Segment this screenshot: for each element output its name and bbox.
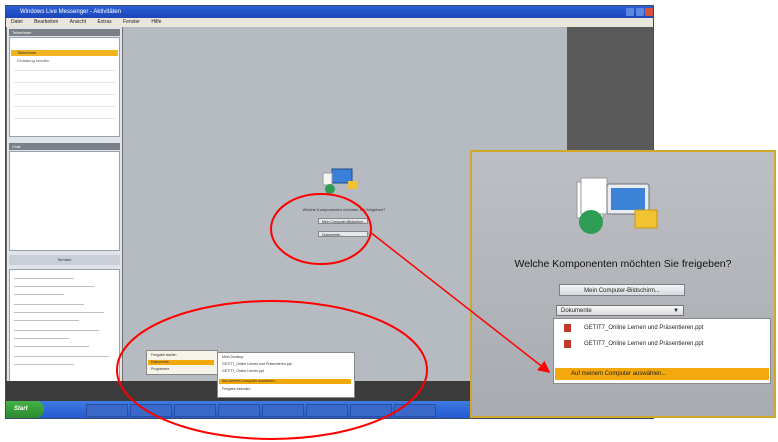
popup-item-programs[interactable]: Programme (148, 367, 169, 372)
share-components-icon (322, 168, 357, 194)
zoom-list-item[interactable]: GETIT7_Online Lernen und Präsentieren.pp… (584, 339, 703, 349)
menu-file[interactable]: Datei (11, 19, 23, 25)
minimize-button[interactable] (626, 8, 634, 16)
text-line (14, 338, 69, 339)
left-panel: Teilnehmer Teilnehmer Einladung senden C… (7, 27, 122, 387)
zoom-list-item[interactable]: GETIT7_Online Lernen und Präsentieren.pp… (584, 323, 703, 333)
text-line (14, 356, 109, 357)
taskbar-item[interactable] (218, 404, 260, 417)
window-title: Windows Live Messenger - Aktivitäten (20, 9, 122, 15)
menu-tools[interactable]: Extras (97, 19, 111, 25)
start-button[interactable]: Start (6, 401, 44, 418)
zoom-documents-select[interactable]: Dokumente ▼ (556, 305, 684, 316)
text-line (14, 330, 99, 331)
submenu-item-browse[interactable]: Auf meinem Computer auswählen... (219, 379, 351, 384)
taskbar-item[interactable] (174, 404, 216, 417)
stage-question: Welche Komponenten möchten Sie freigeben… (302, 207, 386, 212)
menu-help[interactable]: Hilfe (151, 19, 161, 25)
divider (14, 82, 116, 83)
participants-header: Teilnehmer (9, 29, 120, 36)
participants-list: Teilnehmer Einladung senden (9, 37, 120, 137)
stage-desktop-button[interactable]: Mein Computer-Bildschirm... (318, 218, 368, 224)
popup-item-start[interactable]: Freigabe starten (148, 353, 214, 358)
close-button[interactable] (645, 8, 653, 16)
ppt-file-icon (564, 340, 571, 348)
text-line (14, 286, 94, 287)
zoom-question: Welche Komponenten möchten Sie freigeben… (514, 258, 732, 270)
taskbar-item[interactable] (394, 404, 436, 417)
ppt-file-icon (564, 324, 571, 332)
menu-view[interactable]: Ansicht (70, 19, 86, 25)
share-components-icon (576, 177, 658, 234)
chat-input[interactable] (9, 269, 120, 385)
text-line (14, 312, 104, 313)
submenu-item-file2[interactable]: GETIT7_Online Lernen.ppt (222, 369, 264, 374)
divider (14, 118, 116, 119)
documents-submenu: Mein Desktop GETIT7_Online Lernen und Pr… (217, 352, 355, 398)
submenu-item-file1[interactable]: GETIT7_Online Lernen und Präsentieren.pp… (222, 362, 292, 367)
divider (14, 106, 116, 107)
text-line (14, 320, 79, 321)
participant-item-invite[interactable]: Einladung senden (12, 58, 49, 63)
text-line (14, 346, 89, 347)
text-line (14, 278, 74, 279)
taskbar-item[interactable] (130, 404, 172, 417)
chat-history (9, 151, 120, 251)
submenu-item-stop[interactable]: Freigabe beenden (222, 387, 250, 392)
taskbar-item[interactable] (306, 404, 348, 417)
title-bar: Windows Live Messenger - Aktivitäten (6, 6, 653, 18)
zoom-select-value: Dokumente (561, 308, 592, 314)
menu-edit[interactable]: Bearbeiten (34, 19, 58, 25)
chat-header: Chat (9, 143, 120, 150)
taskbar-item[interactable] (350, 404, 392, 417)
popup-item-documents[interactable]: Dokumente (148, 360, 214, 365)
zoom-desktop-button[interactable]: Mein Computer-Bildschirm... (559, 284, 685, 296)
submenu-item-desktop[interactable]: Mein Desktop (222, 355, 243, 360)
divider (14, 94, 116, 95)
stage-documents-button[interactable]: Dokumente... (318, 231, 368, 237)
share-popup-menu: Freigabe starten Dokumente Programme (146, 350, 218, 375)
zoom-list-item-browse[interactable]: Auf meinem Computer auswählen... (555, 368, 769, 380)
chevron-down-icon: ▼ (673, 308, 679, 314)
maximize-button[interactable] (636, 8, 644, 16)
text-line (14, 364, 74, 365)
divider (14, 70, 116, 71)
menu-window[interactable]: Fenster (123, 19, 140, 25)
menu-bar: Datei Bearbeiten Ansicht Extras Fenster … (6, 18, 653, 27)
text-line (14, 294, 64, 295)
taskbar-item[interactable] (262, 404, 304, 417)
taskbar-item[interactable] (86, 404, 128, 417)
zoom-documents-list: GETIT7_Online Lernen und Präsentieren.pp… (553, 318, 771, 384)
send-button[interactable]: Senden (9, 255, 120, 265)
participant-item-selected[interactable]: Teilnehmer (11, 50, 118, 56)
text-line (14, 304, 84, 305)
